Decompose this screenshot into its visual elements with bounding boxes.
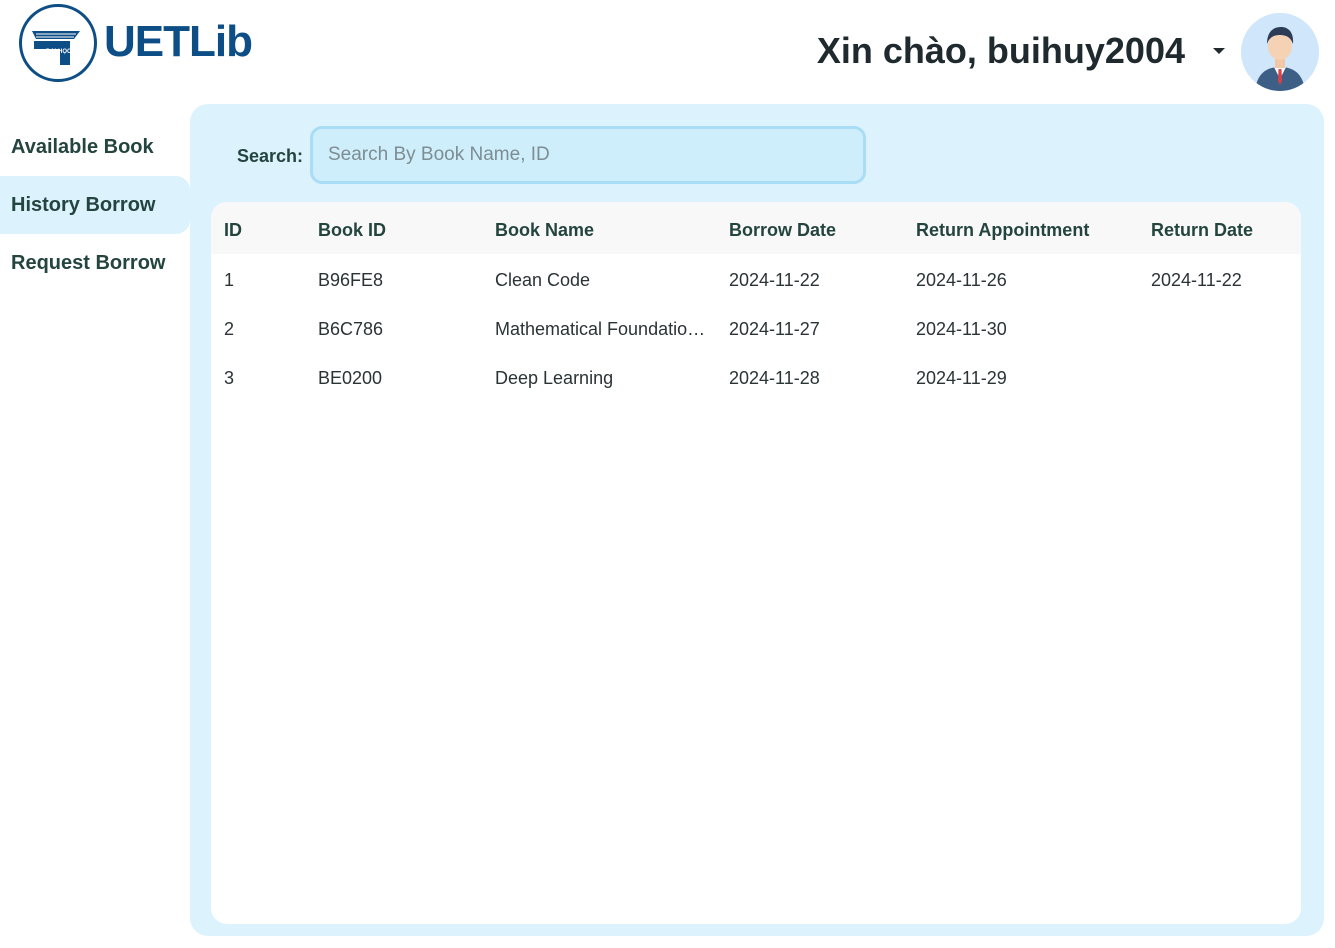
main-panel: Search: ID Book ID Book Name Borrow Date… [190, 104, 1324, 936]
column-header-return-appointment[interactable]: Return Appointment [916, 202, 1136, 258]
cell-book-name: Clean Code [495, 270, 591, 290]
cell-book-name: Deep Learning [495, 368, 614, 388]
avatar[interactable] [1241, 13, 1319, 91]
logo-caption: ĐẠI HỌC CÔNG NGHỆ [46, 47, 94, 55]
sidebar-item-available-book[interactable]: Available Book [0, 118, 190, 176]
cell-return-appointment: 2024-11-29 [916, 368, 1007, 388]
cell-id: 1 [224, 270, 235, 290]
brand-name: UETLib [104, 17, 253, 66]
cell-book-name: Mathematical Foundations of Computer Sci… [495, 319, 707, 339]
cell-return-appointment: 2024-11-30 [916, 319, 1007, 339]
search-label: Search: [237, 146, 304, 166]
column-header-book-id[interactable]: Book ID [318, 202, 478, 258]
cell-borrow-date: 2024-11-27 [729, 319, 820, 339]
logo-emblem-icon: ĐẠI HỌC CÔNG NGHỆ [26, 11, 94, 75]
app-window: ĐẠI HỌC CÔNG NGHỆ UETLib Xin chào, buihu… [0, 0, 1335, 948]
sidebar-item-history-borrow[interactable]: History Borrow [0, 176, 190, 234]
column-header-book-name[interactable]: Book Name [495, 202, 707, 258]
column-header-id[interactable]: ID [224, 202, 304, 258]
cell-book-id: BE0200 [318, 368, 383, 388]
column-header-return-date[interactable]: Return Date [1151, 202, 1291, 258]
cell-book-id: B6C786 [318, 319, 384, 339]
cell-borrow-date: 2024-11-22 [729, 270, 820, 290]
sidebar: Available Book History Borrow Request Bo… [0, 118, 190, 292]
table-row[interactable]: 2 B6C786 Mathematical Foundations of Com… [211, 303, 1301, 352]
cell-borrow-date: 2024-11-28 [729, 368, 820, 388]
table-header: ID Book ID Book Name Borrow Date Return … [211, 202, 1301, 254]
user-greeting: Xin chào, buihuy2004 [816, 30, 1185, 71]
university-logo: ĐẠI HỌC CÔNG NGHỆ [19, 4, 97, 82]
search-input[interactable] [310, 126, 866, 184]
cell-return-appointment: 2024-11-26 [916, 270, 1007, 290]
table-row[interactable]: 1 B96FE8 Clean Code 2024-11-22 2024-11-2… [211, 254, 1301, 303]
sidebar-item-request-borrow[interactable]: Request Borrow [0, 234, 190, 292]
borrow-history-table: ID Book ID Book Name Borrow Date Return … [211, 202, 1301, 924]
cell-id: 3 [224, 368, 235, 388]
cell-id: 2 [224, 319, 235, 339]
user-avatar-icon [1241, 13, 1319, 91]
table-row[interactable]: 3 BE0200 Deep Learning 2024-11-28 2024-1… [211, 352, 1301, 401]
cell-book-id: B96FE8 [318, 270, 384, 290]
column-header-borrow-date[interactable]: Borrow Date [729, 202, 899, 258]
cell-return-date: 2024-11-22 [1151, 270, 1242, 290]
caret-down-icon[interactable] [1210, 44, 1228, 58]
